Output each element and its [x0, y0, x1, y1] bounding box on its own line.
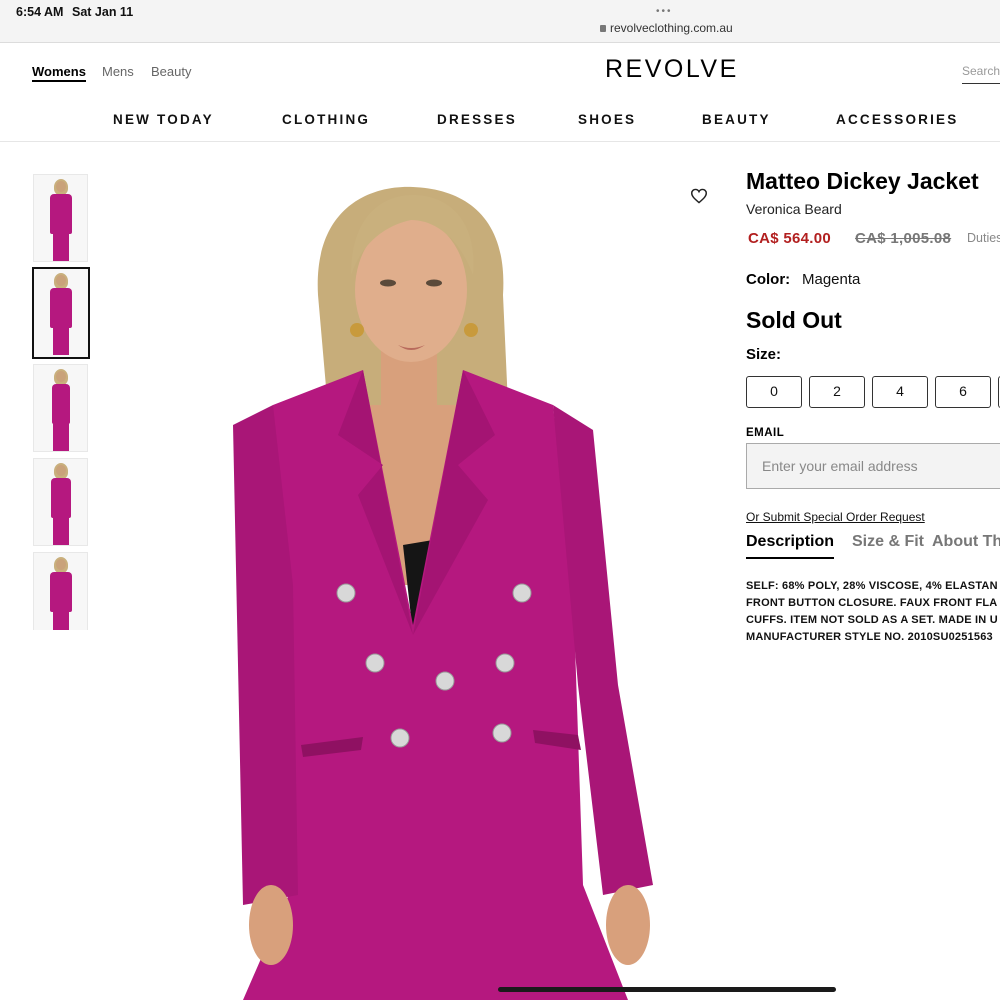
size-label: Size: [746, 346, 782, 363]
tab-description[interactable]: Description [746, 533, 835, 559]
detail-line: SELF: 68% POLY, 28% VISCOSE, 4% ELASTAN [746, 580, 998, 592]
tab-beauty[interactable]: Beauty [151, 64, 191, 79]
email-label: EMAIL [746, 427, 785, 439]
model-illustration [233, 186, 653, 1000]
tab-womens[interactable]: Womens [32, 64, 86, 82]
lock-icon [600, 25, 606, 32]
url-text: revolveclothing.com.au [610, 21, 733, 35]
nav-shoes[interactable]: SHOES [578, 112, 636, 127]
more-dots-icon[interactable]: ••• [656, 6, 673, 17]
duties-note: Duties [967, 231, 1000, 245]
product-title: Matteo Dickey Jacket [746, 168, 979, 194]
product-thumbnail[interactable] [33, 458, 88, 546]
address-bar[interactable]: revolveclothing.com.au [600, 21, 733, 35]
size-option[interactable]: 2 [809, 376, 865, 408]
brand-link[interactable]: Veronica Beard [746, 201, 842, 217]
product-thumbnail[interactable] [33, 174, 88, 262]
tab-about[interactable]: About Th [932, 533, 1000, 551]
status-bar [0, 0, 1000, 43]
sale-price: CA$ 564.00 [748, 230, 832, 247]
email-field[interactable] [746, 443, 1000, 489]
product-thumbnail[interactable] [33, 364, 88, 452]
status-date: Sat Jan 11 [72, 5, 134, 19]
home-indicator [498, 987, 836, 992]
nav-clothing[interactable]: CLOTHING [282, 112, 370, 127]
size-option[interactable]: 0 [746, 376, 802, 408]
status-time: 6:54 AM [16, 5, 64, 19]
product-thumbnail[interactable] [33, 552, 88, 630]
product-main-image[interactable] [233, 165, 663, 1000]
detail-line: MANUFACTURER STYLE NO. 2010SU0251563 [746, 631, 993, 643]
detail-line: FRONT BUTTON CLOSURE. FAUX FRONT FLA [746, 597, 998, 609]
product-details: SELF: 68% POLY, 28% VISCOSE, 4% ELASTAN … [746, 578, 1000, 646]
tab-mens[interactable]: Mens [102, 64, 134, 79]
size-option[interactable]: 4 [872, 376, 928, 408]
size-option[interactable]: 6 [935, 376, 991, 408]
availability-status: Sold Out [746, 307, 842, 333]
revolve-logo[interactable]: REVOLVE [605, 55, 739, 84]
detail-line: CUFFS. ITEM NOT SOLD AS A SET. MADE IN U [746, 614, 998, 626]
original-price: CA$ 1,005.08 [855, 230, 952, 247]
color-value: Magenta [802, 271, 861, 288]
color-label: Color: [746, 271, 791, 288]
product-thumbnail-selected[interactable] [32, 267, 90, 359]
nav-beauty[interactable]: BEAUTY [702, 112, 771, 127]
tab-size-fit[interactable]: Size & Fit [852, 533, 924, 551]
search-input[interactable]: Search [962, 64, 1000, 84]
heart-icon[interactable] [690, 188, 708, 204]
nav-accessories[interactable]: ACCESSORIES [836, 112, 958, 127]
nav-divider [0, 141, 1000, 142]
special-order-link[interactable]: Or Submit Special Order Request [746, 510, 925, 524]
nav-dresses[interactable]: DRESSES [437, 112, 517, 127]
nav-new-today[interactable]: NEW TODAY [113, 112, 214, 127]
